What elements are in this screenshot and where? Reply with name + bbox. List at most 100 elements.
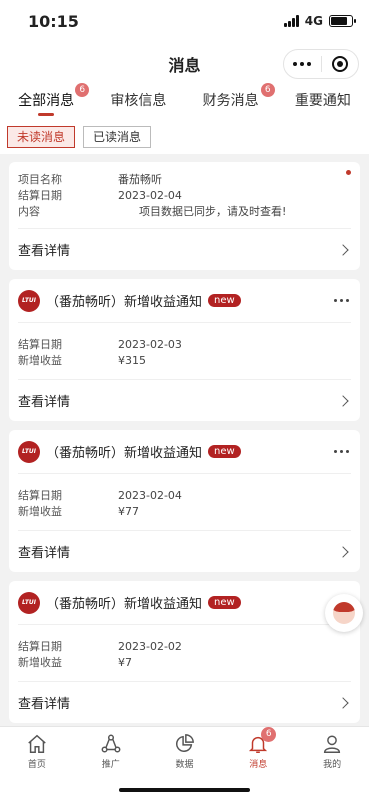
ltui-logo: LTUI [18, 440, 40, 463]
share-icon [101, 734, 121, 753]
card-title: （番茄畅听）新增收益通知 [46, 597, 203, 612]
info-row: 内容 项目数据已同步，请及时查看! [18, 204, 351, 220]
chevron-right-icon [337, 696, 349, 709]
view-details-button[interactable]: 查看详情 [18, 228, 351, 270]
message-card: 项目名称 番茄畅听 结算日期 2023-02-04 内容 项目数据已同步，请及时… [9, 162, 360, 270]
status-time: 10:15 [28, 12, 79, 31]
tab-review-info[interactable]: 审核信息 [92, 82, 184, 120]
message-card: LTUI （番茄畅听）新增收益通知 new 结算日期 2023-02-03 新增… [9, 279, 360, 421]
row-key: 新增收益 [18, 354, 62, 367]
home-icon [28, 734, 46, 753]
view-details-label: 查看详情 [18, 395, 71, 410]
unread-dot [346, 170, 351, 175]
tab-finance-messages[interactable]: 财务消息 6 [185, 82, 277, 120]
status-indicators: 4G [283, 14, 356, 28]
row-value: 2023-02-02 [118, 640, 182, 653]
row-value: 番茄畅听 [118, 173, 162, 186]
chevron-right-icon [337, 394, 349, 407]
tab-important-notices[interactable]: 重要通知 [277, 82, 369, 120]
tab-badge: 6 [75, 83, 90, 97]
info-row: 结算日期 2023-02-02 [18, 639, 351, 655]
close-mini-program-button[interactable] [322, 50, 359, 78]
card-title: （番茄畅听）新增收益通知 [46, 295, 203, 310]
info-row: 结算日期 2023-02-04 [18, 188, 351, 204]
card-header: LTUI （番茄畅听）新增收益通知 new [18, 279, 351, 323]
read-filter: 未读消息 已读消息 [0, 120, 369, 154]
view-details-label: 查看详情 [18, 697, 71, 712]
info-row: 新增收益 ¥77 [18, 504, 351, 520]
row-value: 2023-02-04 [118, 189, 182, 202]
new-badge: new [208, 445, 241, 458]
info-row: 新增收益 ¥315 [18, 353, 351, 369]
tab-label: 我的 [323, 760, 342, 770]
view-details-label: 查看详情 [18, 546, 71, 561]
bottom-tab-mine[interactable]: 我的 [295, 727, 369, 800]
row-key: 新增收益 [18, 505, 62, 518]
row-key: 项目名称 [18, 173, 62, 186]
active-tab-indicator [38, 113, 55, 116]
row-key: 内容 [18, 205, 40, 218]
view-details-button[interactable]: 查看详情 [18, 379, 351, 421]
card-header: LTUI （番茄畅听）新增收益通知 new [18, 430, 351, 474]
tab-label: 财务消息 [202, 93, 259, 109]
row-key: 结算日期 [18, 189, 62, 202]
info-row: 结算日期 2023-02-04 [18, 488, 351, 504]
message-card: LTUI （番茄畅听）新增收益通知 new 结算日期 2023-02-04 新增… [9, 430, 360, 572]
pie-chart-icon [176, 734, 195, 752]
row-value: ¥77 [118, 505, 139, 518]
notification-badge: 6 [261, 727, 277, 742]
customer-service-button[interactable] [325, 594, 363, 632]
user-icon [324, 735, 341, 753]
more-options-icon[interactable] [334, 299, 349, 302]
tab-label: 数据 [175, 760, 194, 770]
card-title: （番茄畅听）新增收益通知 [46, 446, 203, 461]
new-badge: new [208, 294, 241, 307]
card-header: LTUI （番茄畅听）新增收益通知 new [18, 581, 351, 625]
more-menu-button[interactable] [284, 50, 321, 78]
tab-badge: 6 [260, 83, 275, 97]
signal-icon [283, 15, 299, 27]
nav-bar: 消息 [0, 44, 369, 82]
info-row: 新增收益 ¥7 [18, 655, 351, 671]
view-details-label: 查看详情 [18, 244, 71, 259]
view-details-button[interactable]: 查看详情 [18, 681, 351, 723]
home-indicator [119, 788, 250, 792]
network-type: 4G [304, 14, 323, 28]
info-row: 项目名称 番茄畅听 [18, 172, 351, 188]
message-tabs: 全部消息 6 审核信息 财务消息 6 重要通知 [0, 82, 369, 120]
target-icon [331, 56, 348, 72]
tab-label: 重要通知 [294, 93, 351, 109]
new-badge: new [208, 596, 241, 609]
status-bar: 10:15 4G [0, 0, 369, 44]
info-row: 结算日期 2023-02-03 [18, 337, 351, 353]
message-card: LTUI （番茄畅听）新增收益通知 new 结算日期 2023-02-02 新增… [9, 581, 360, 723]
row-value: 2023-02-03 [118, 338, 182, 351]
tab-label: 全部消息 [18, 93, 75, 109]
message-list: 项目名称 番茄畅听 结算日期 2023-02-04 内容 项目数据已同步，请及时… [0, 162, 369, 723]
ltui-logo: LTUI [18, 591, 40, 614]
chevron-right-icon [337, 545, 349, 558]
read-filter-chip[interactable]: 已读消息 [83, 126, 152, 148]
mini-program-capsule [283, 49, 359, 79]
row-key: 结算日期 [18, 489, 62, 502]
ltui-logo: LTUI [18, 289, 40, 312]
more-dots-icon [293, 62, 312, 66]
bottom-tab-home[interactable]: 首页 [0, 727, 74, 800]
more-options-icon[interactable] [334, 450, 349, 453]
row-value: ¥315 [118, 354, 146, 367]
chevron-right-icon [337, 243, 349, 256]
tab-label: 消息 [249, 760, 268, 770]
row-value: ¥7 [118, 656, 132, 669]
row-value: 项目数据已同步，请及时查看! [139, 205, 287, 218]
tab-label: 审核信息 [110, 93, 167, 109]
tab-all-messages[interactable]: 全部消息 6 [0, 82, 92, 120]
tab-label: 首页 [27, 760, 46, 770]
row-key: 结算日期 [18, 640, 62, 653]
row-key: 结算日期 [18, 338, 62, 351]
battery-icon [329, 15, 356, 27]
view-details-button[interactable]: 查看详情 [18, 530, 351, 572]
row-key: 新增收益 [18, 656, 62, 669]
avatar-icon [333, 602, 355, 624]
unread-filter-chip[interactable]: 未读消息 [7, 126, 76, 148]
row-value: 2023-02-04 [118, 489, 182, 502]
